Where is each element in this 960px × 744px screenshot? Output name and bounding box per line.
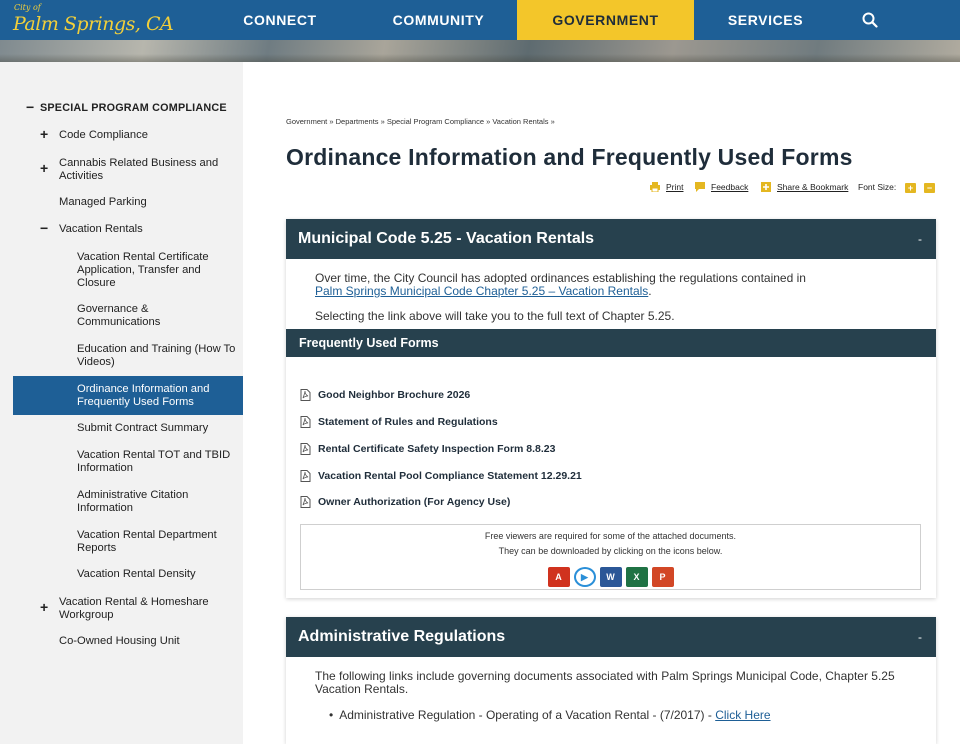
form-title: Good Neighbor Brochure 2026 xyxy=(318,389,471,401)
sidebar-subitem-vacation-rental-density[interactable]: Vacation Rental Density xyxy=(77,568,196,581)
bullet-dot: • xyxy=(329,708,340,722)
word-viewer-icon[interactable]: W xyxy=(599,567,622,587)
click-here-link[interactable]: Click Here xyxy=(715,708,770,722)
logo-small-text: City of xyxy=(14,3,41,12)
excel-viewer-icon[interactable]: X xyxy=(625,567,648,587)
pdf-file-icon xyxy=(300,443,311,455)
powerpoint-viewer-icon[interactable]: P xyxy=(651,567,674,587)
municipal-code-chapter-link[interactable]: Palm Springs Municipal Code Chapter 5.25… xyxy=(315,284,648,298)
nav-government[interactable]: GOVERNMENT xyxy=(517,0,694,40)
print-link[interactable]: Print xyxy=(666,182,683,192)
administrative-regulations-title: Administrative Regulations xyxy=(298,628,506,645)
sidebar-section-special-program-compliance[interactable]: SPECIAL PROGRAM COMPLIANCE xyxy=(40,102,227,115)
feedback-tool[interactable]: Feedback xyxy=(695,182,748,192)
form-title: Statement of Rules and Regulations xyxy=(318,416,498,428)
sidebar-subitem-governance[interactable]: Governance & Communications xyxy=(77,303,187,329)
form-link-safety-inspection[interactable]: Rental Certificate Safety Inspection For… xyxy=(300,443,556,455)
municipal-code-title: Municipal Code 5.25 - Vacation Rentals xyxy=(298,230,595,247)
expand-toggle-homeshare-workgroup[interactable]: + xyxy=(40,600,48,614)
breadcrumb[interactable]: Government » Departments » Special Progr… xyxy=(286,117,555,126)
admin-regulation-bullet: • Administrative Regulation - Operating … xyxy=(329,709,771,722)
admin-intro-text: The following links include governing do… xyxy=(315,669,895,696)
municipal-code-card: Municipal Code 5.25 - Vacation Rentals -… xyxy=(286,219,936,598)
municipal-code-header[interactable]: Municipal Code 5.25 - Vacation Rentals - xyxy=(286,219,936,259)
free-viewers-box: Free viewers are required for some of th… xyxy=(300,524,921,590)
link-hint-text: Selecting the link above will take you t… xyxy=(315,309,675,323)
adobe-reader-icon[interactable]: A xyxy=(547,567,570,587)
print-icon xyxy=(650,182,660,192)
collapse-toggle-vacation-rentals[interactable]: − xyxy=(40,221,48,235)
search-button[interactable] xyxy=(837,0,903,40)
form-link-rules-regulations[interactable]: Statement of Rules and Regulations xyxy=(300,416,498,428)
sidebar-item-code-compliance[interactable]: Code Compliance xyxy=(59,129,148,142)
sidebar-item-homeshare-workgroup[interactable]: Vacation Rental & Homeshare Workgroup xyxy=(59,596,239,622)
hero-banner-image xyxy=(0,40,960,62)
sidebar-subitem-education-training[interactable]: Education and Training (How To Videos) xyxy=(77,343,237,369)
nav-services[interactable]: SERVICES xyxy=(694,0,837,40)
share-icon xyxy=(761,182,771,192)
form-link-good-neighbor[interactable]: Good Neighbor Brochure 2026 xyxy=(300,389,470,401)
sidebar-subitem-certificate-application[interactable]: Vacation Rental Certificate Application,… xyxy=(77,251,237,290)
search-icon xyxy=(862,12,878,28)
administrative-regulations-card: Administrative Regulations - The followi… xyxy=(286,617,936,744)
form-title: Rental Certificate Safety Inspection For… xyxy=(318,443,556,455)
viewers-line-2: They can be downloaded by clicking on th… xyxy=(498,546,723,556)
ordinance-intro-period: . xyxy=(648,284,652,298)
feedback-icon xyxy=(695,182,705,192)
font-increase-button[interactable]: + xyxy=(905,183,916,193)
sidebar-item-cannabis[interactable]: Cannabis Related Business and Activities xyxy=(59,157,237,183)
page-tools: Print Feedback Share & Bookmark Font Siz… xyxy=(650,182,940,194)
pdf-file-icon xyxy=(300,496,311,508)
form-title: Owner Authorization (For Agency Use) xyxy=(318,496,511,508)
sidebar-item-vacation-rentals[interactable]: Vacation Rentals xyxy=(59,223,143,236)
sidebar: − SPECIAL PROGRAM COMPLIANCE + Code Comp… xyxy=(0,62,243,744)
section-collapse-toggle[interactable]: − xyxy=(26,100,34,114)
pdf-file-icon xyxy=(300,416,311,428)
pdf-file-icon xyxy=(300,470,311,482)
font-size-label: Font Size: xyxy=(858,182,897,192)
form-link-owner-authorization[interactable]: Owner Authorization (For Agency Use) xyxy=(300,496,510,508)
main-nav: CONNECT COMMUNITY GOVERNMENT SERVICES xyxy=(200,0,903,40)
municipal-collapse-toggle[interactable]: - xyxy=(918,232,922,246)
nav-community[interactable]: COMMUNITY xyxy=(360,0,517,40)
font-decrease-button[interactable]: − xyxy=(924,183,935,193)
ordinance-intro-sentence: Over time, the City Council has adopted … xyxy=(315,271,806,285)
sidebar-subitem-ordinance-information[interactable]: Ordinance Information and Frequently Use… xyxy=(77,383,237,409)
viewer-icons: A ▶ W X P xyxy=(301,567,920,587)
sidebar-subitem-tot-tbid[interactable]: Vacation Rental TOT and TBID Information xyxy=(77,449,237,475)
media-player-icon[interactable]: ▶ xyxy=(573,567,596,587)
page-title: Ordinance Information and Frequently Use… xyxy=(286,144,853,170)
city-logo[interactable]: City of Palm Springs, CA xyxy=(0,0,200,40)
pdf-file-icon xyxy=(300,389,311,401)
nav-connect[interactable]: CONNECT xyxy=(200,0,360,40)
share-bookmark-link[interactable]: Share & Bookmark xyxy=(777,182,848,192)
share-tool[interactable]: Share & Bookmark xyxy=(761,182,848,192)
admin-regulation-text: Administrative Regulation - Operating of… xyxy=(339,708,712,722)
sidebar-item-co-owned-housing[interactable]: Co-Owned Housing Unit xyxy=(59,635,180,648)
logo-text: Palm Springs, CA xyxy=(13,13,174,35)
feedback-link[interactable]: Feedback xyxy=(711,182,748,192)
print-tool[interactable]: Print xyxy=(650,182,683,192)
viewers-line-1: Free viewers are required for some of th… xyxy=(484,531,737,541)
admin-collapse-toggle[interactable]: - xyxy=(918,630,922,644)
administrative-regulations-header[interactable]: Administrative Regulations - xyxy=(286,617,936,657)
sidebar-subitem-administrative-citation[interactable]: Administrative Citation Information xyxy=(77,489,217,515)
expand-toggle-code-compliance[interactable]: + xyxy=(40,127,48,141)
ordinance-intro-text: Over time, the City Council has adopted … xyxy=(315,272,925,298)
forms-header: Frequently Used Forms xyxy=(286,329,936,357)
form-title: Vacation Rental Pool Compliance Statemen… xyxy=(318,470,582,482)
form-link-pool-compliance[interactable]: Vacation Rental Pool Compliance Statemen… xyxy=(300,470,582,482)
top-navigation-bar: City of Palm Springs, CA CONNECT COMMUNI… xyxy=(0,0,960,40)
sidebar-subitem-department-reports[interactable]: Vacation Rental Department Reports xyxy=(77,529,237,555)
sidebar-item-managed-parking[interactable]: Managed Parking xyxy=(59,196,147,209)
sidebar-subitem-submit-contract-summary[interactable]: Submit Contract Summary xyxy=(77,422,208,435)
expand-toggle-cannabis[interactable]: + xyxy=(40,161,48,175)
